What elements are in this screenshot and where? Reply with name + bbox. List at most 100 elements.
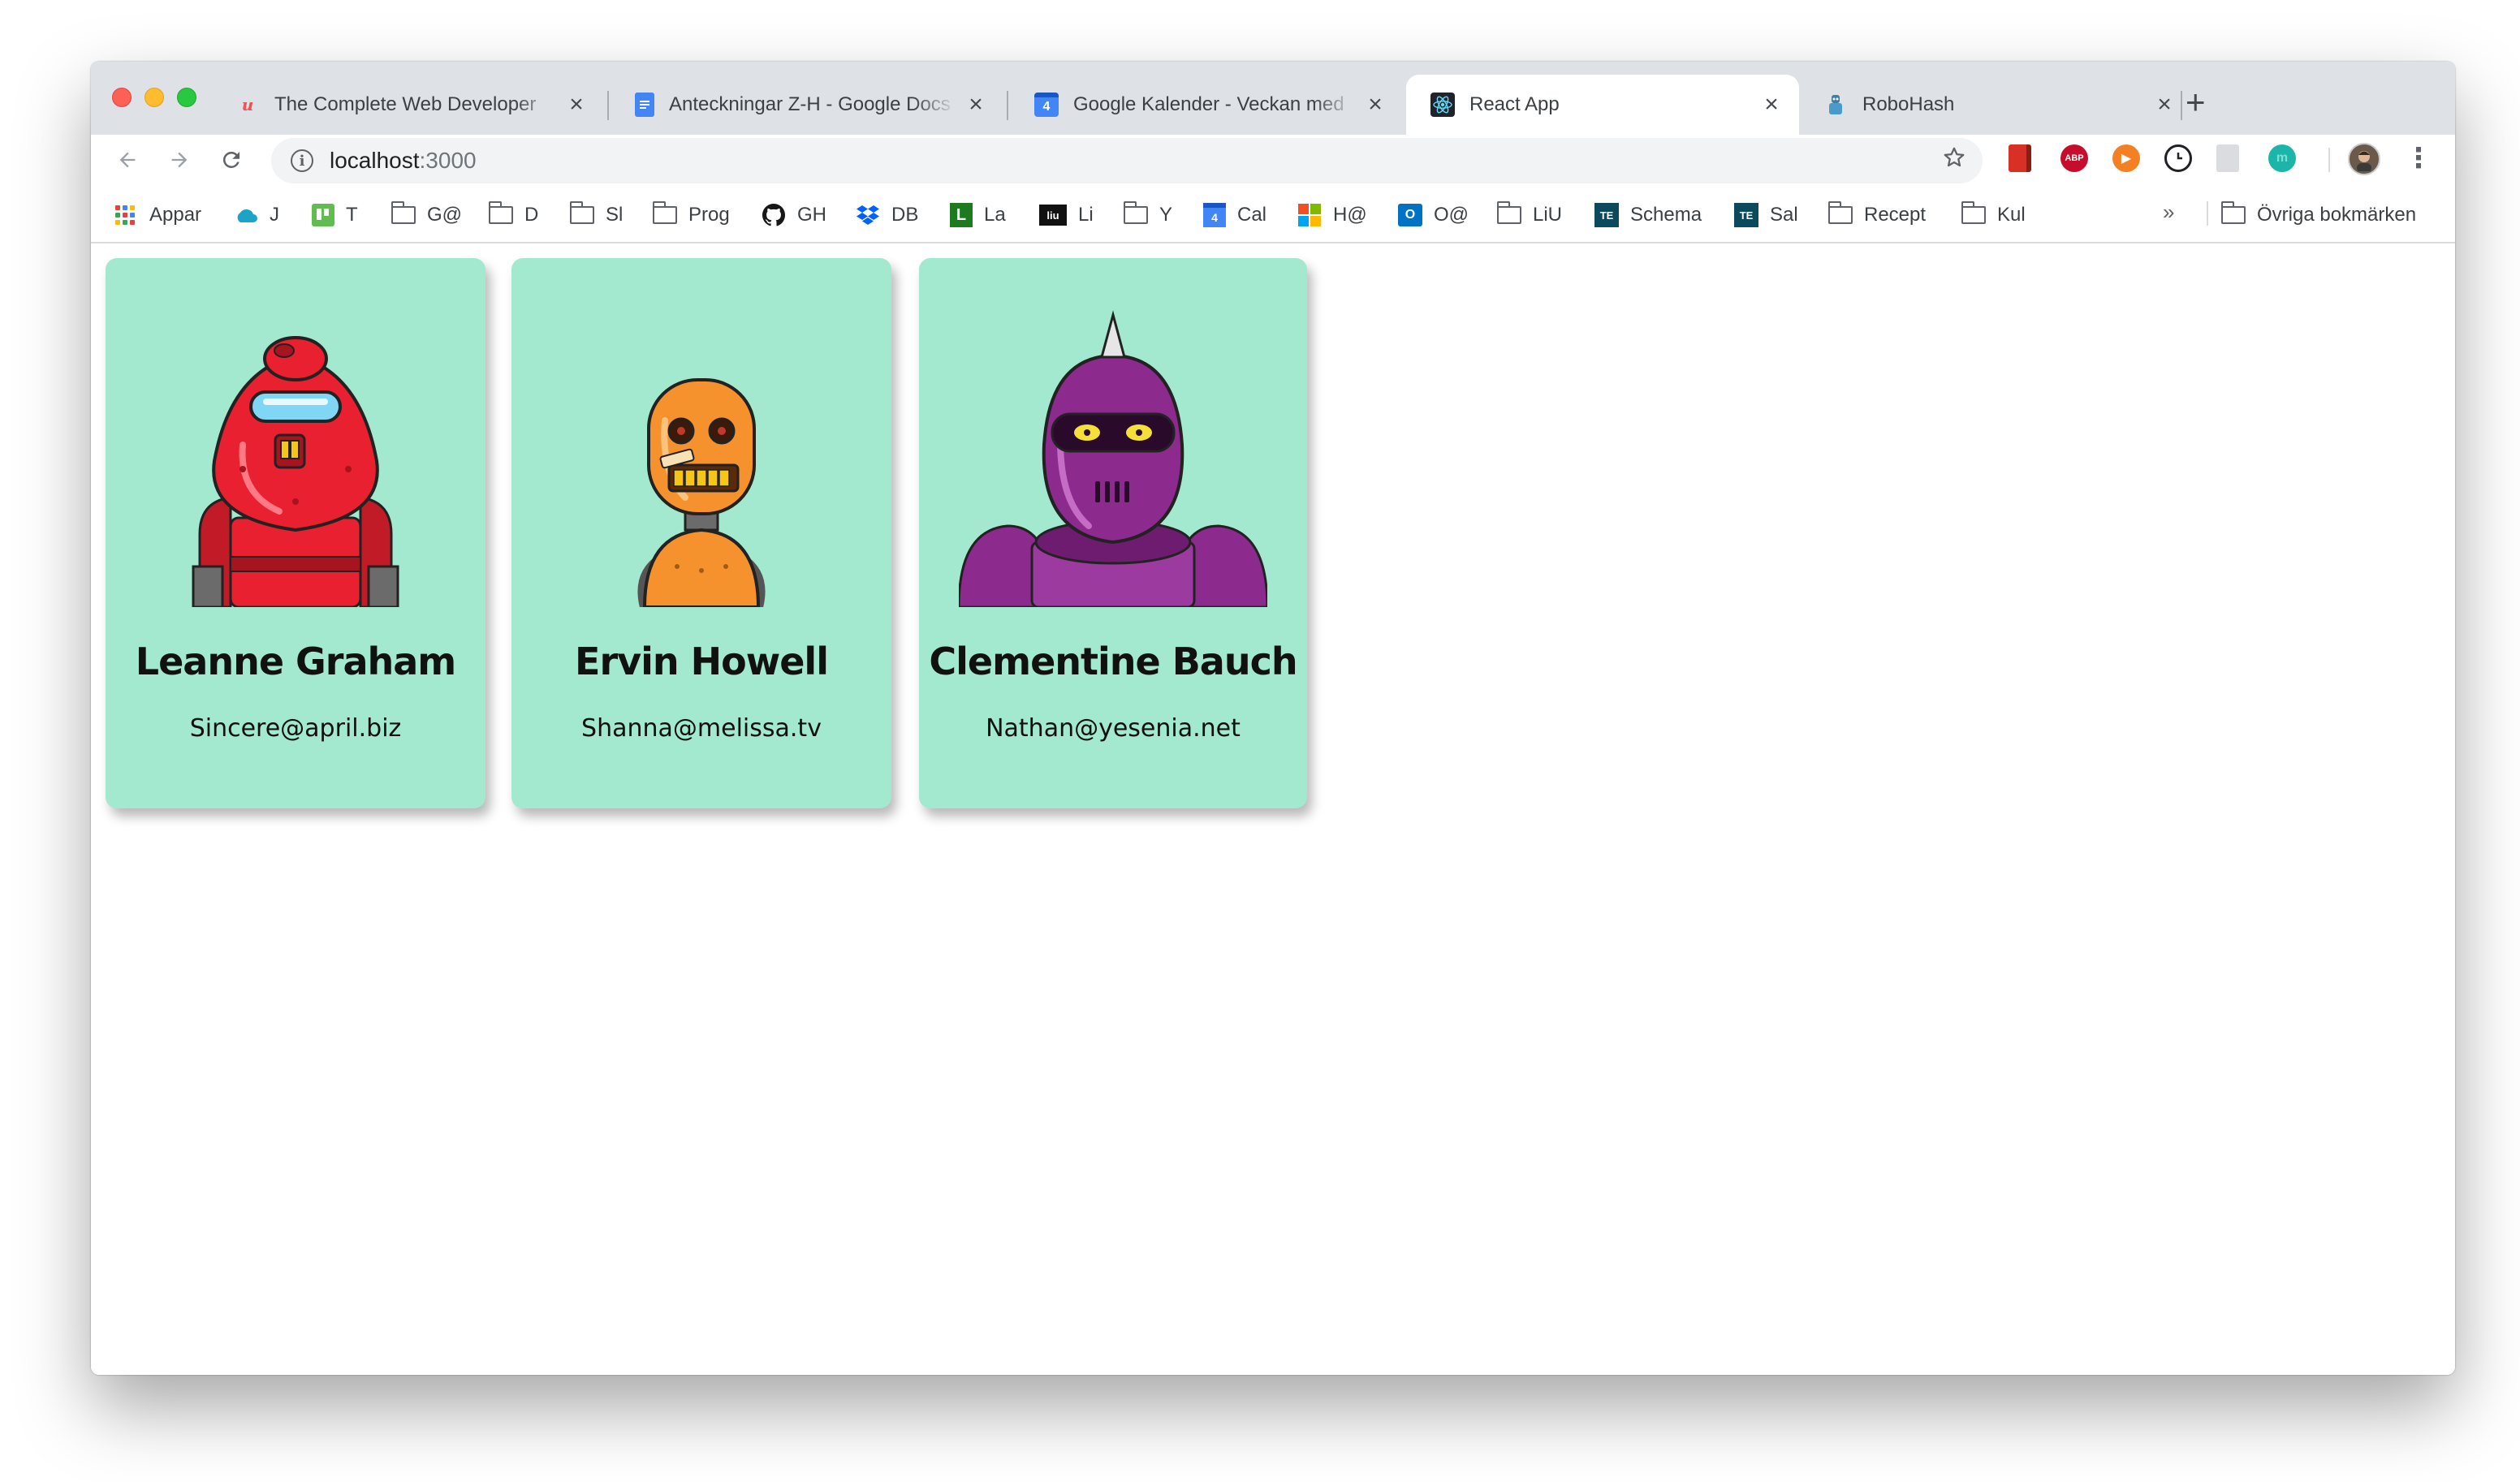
bookmark-la[interactable]: L La — [950, 203, 1006, 227]
tab-title: The Complete Web Developer — [274, 93, 537, 115]
toolbar-separator — [2328, 148, 2330, 172]
bookmark-label: Y — [1159, 204, 1173, 226]
folder-icon — [2220, 201, 2246, 224]
folder-icon — [569, 201, 594, 224]
robot-email: Shanna@melissa.tv — [581, 714, 822, 743]
bookmark-t[interactable]: T — [312, 203, 358, 227]
browser-toolbar: i localhost :3000 ABP ▶ m ⋮ — [91, 135, 2455, 185]
minimize-window-button[interactable] — [145, 88, 164, 107]
bookmark-star-icon[interactable] — [1942, 145, 1966, 177]
bookmark-label: J — [270, 204, 279, 226]
tab-google-calendar[interactable]: 4 Google Kalender - Veckan med × — [1010, 75, 1403, 135]
bookmark-ext-icon[interactable] — [2009, 144, 2031, 172]
l-logo-icon: L — [950, 203, 973, 227]
menu-kebab-icon[interactable]: ⋮ — [2405, 143, 2432, 174]
bookmark-label: Schema — [1630, 204, 1702, 226]
tab-title: RoboHash — [1862, 93, 1955, 115]
bookmark-sal[interactable]: TE Sal — [1734, 203, 1798, 227]
tab-robohash[interactable]: RoboHash × — [1799, 75, 2192, 135]
bookmark-g-at[interactable]: G@ — [391, 201, 463, 227]
bookmark-y[interactable]: Y — [1123, 201, 1173, 227]
back-arrow-icon[interactable] — [109, 141, 146, 179]
reload-icon[interactable] — [213, 141, 250, 179]
url-port: :3000 — [419, 148, 477, 173]
robot-card[interactable]: Leanne Graham Sincere@april.biz — [106, 258, 485, 808]
tab-title: Anteckningar Z-H - Google Docs — [669, 93, 951, 115]
google-docs-icon — [635, 93, 654, 117]
bookmark-label: Prog — [688, 204, 730, 226]
info-icon[interactable]: i — [291, 149, 313, 172]
bookmark-recept[interactable]: Recept — [1827, 201, 1926, 227]
bookmark-label: Övriga bokmärken — [2257, 204, 2417, 226]
m-ext-icon[interactable]: m — [2268, 144, 2296, 172]
play-ext-icon[interactable]: ▶ — [2112, 144, 2140, 172]
folder-icon — [1827, 201, 1853, 224]
bookmark-o-at[interactable]: O O@ — [1398, 203, 1469, 227]
bookmark-gh[interactable]: GH — [762, 203, 826, 227]
clipboard-ext-icon[interactable] — [2216, 144, 2239, 172]
robot-card[interactable]: Ervin Howell Shanna@melissa.tv — [511, 258, 891, 808]
bookmark-label: Sal — [1770, 204, 1798, 226]
tab-react-app[interactable]: React App × — [1406, 75, 1799, 135]
close-tab-icon[interactable]: × — [2153, 91, 2176, 118]
apps-grid-icon — [115, 205, 135, 225]
liu-icon: liu — [1039, 205, 1067, 226]
bookmark-prog[interactable]: Prog — [652, 201, 730, 227]
bookmark-label: La — [984, 204, 1006, 226]
close-tab-icon[interactable]: × — [964, 91, 987, 118]
bookmark-sl[interactable]: Sl — [569, 201, 624, 227]
bookmark-label: H@ — [1333, 204, 1367, 226]
page-content: Leanne Graham Sincere@april.biz Ervin Ho… — [91, 245, 2455, 1375]
red-robot-avatar — [192, 336, 399, 607]
bookmark-d[interactable]: D — [488, 201, 539, 227]
robot-card[interactable]: Clementine Bauch Nathan@yesenia.net — [919, 258, 1307, 808]
bookmark-label: Kul — [1997, 204, 2026, 226]
bookmark-label: G@ — [427, 204, 463, 226]
purple-robot-avatar — [959, 310, 1267, 607]
other-bookmarks[interactable]: Övriga bokmärken — [2220, 201, 2417, 227]
folder-icon — [1961, 201, 1986, 224]
profile-avatar[interactable] — [2348, 143, 2380, 175]
bookmarks-bar: Appar J T G@ D Sl Prog GH DB L La liu Li… — [91, 185, 2455, 243]
forward-arrow-icon[interactable] — [161, 141, 198, 179]
url-host: localhost — [330, 148, 420, 173]
bookmark-cal[interactable]: 4 Cal — [1203, 203, 1266, 227]
folder-icon — [488, 201, 513, 224]
bookmark-label: D — [524, 204, 539, 226]
tab-separator — [607, 91, 609, 120]
close-window-button[interactable] — [112, 88, 132, 107]
google-calendar-icon: 4 — [1203, 203, 1226, 227]
bookmark-db[interactable]: DB — [856, 203, 918, 227]
bookmark-kul[interactable]: Kul — [1961, 201, 2026, 227]
tab-udemy[interactable]: u The Complete Web Developer × — [211, 75, 604, 135]
bookmark-label: GH — [797, 204, 826, 226]
github-icon — [762, 204, 786, 226]
address-bar[interactable]: i localhost :3000 — [271, 138, 1983, 183]
trello-icon — [312, 204, 334, 226]
bookmark-label: Cal — [1237, 204, 1267, 226]
bookmark-li[interactable]: liu Li — [1039, 203, 1094, 227]
close-tab-icon[interactable]: × — [1760, 91, 1783, 118]
close-tab-icon[interactable]: × — [1364, 91, 1387, 118]
tab-google-docs[interactable]: Anteckningar Z-H - Google Docs × — [611, 75, 1003, 135]
bookmark-label: T — [346, 204, 358, 226]
bookmarks-overflow-icon[interactable]: » — [2163, 200, 2174, 225]
adblock-plus-icon[interactable]: ABP — [2060, 144, 2088, 172]
bookmark-label: O@ — [1434, 204, 1469, 226]
bookmark-label: Sl — [606, 204, 624, 226]
bookmark-liu[interactable]: LiU — [1496, 201, 1562, 227]
bookmark-h-at[interactable]: H@ — [1297, 203, 1367, 227]
bookmark-appar[interactable]: Appar — [115, 203, 201, 227]
tab-separator — [2181, 91, 2182, 120]
folder-icon — [1496, 201, 1521, 224]
new-tab-button[interactable]: + — [2186, 83, 2206, 122]
robot-email: Nathan@yesenia.net — [986, 714, 1241, 743]
bookmark-label: Appar — [149, 204, 202, 226]
microsoft-icon — [1297, 204, 1322, 226]
zoom-window-button[interactable] — [177, 88, 196, 107]
bookmark-schema[interactable]: TE Schema — [1594, 203, 1702, 227]
bookmark-j[interactable]: J — [234, 203, 279, 227]
close-tab-icon[interactable]: × — [565, 91, 588, 118]
robot-name: Ervin Howell — [575, 640, 829, 683]
clock-ext-icon[interactable] — [2164, 144, 2192, 172]
